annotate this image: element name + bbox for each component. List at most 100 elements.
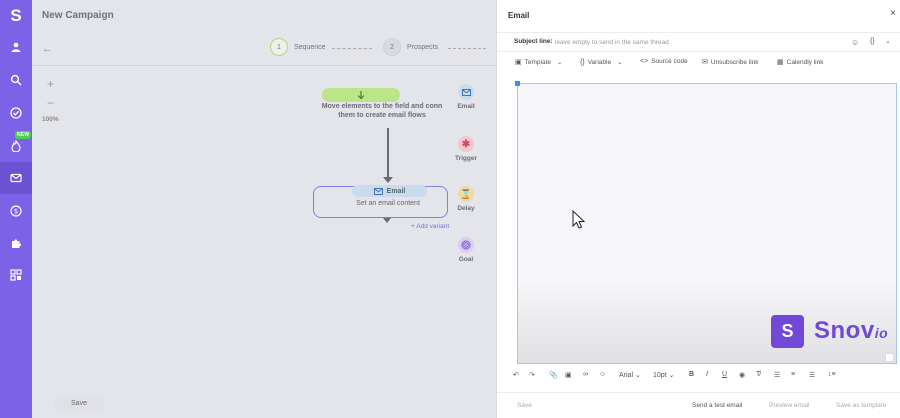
delay-icon: ⌛ bbox=[458, 186, 474, 202]
tool-label: Trigger bbox=[454, 155, 478, 162]
preview-email-button[interactable]: Preview email bbox=[769, 402, 809, 409]
unsubscribe-label: Unsubscribe link bbox=[710, 58, 759, 66]
apps-icon[interactable] bbox=[0, 259, 32, 291]
back-arrow-icon[interactable]: ← bbox=[42, 43, 53, 55]
underline-icon[interactable]: U bbox=[722, 371, 727, 378]
undo-icon[interactable]: ↶ bbox=[513, 371, 519, 379]
step-connector bbox=[448, 48, 486, 49]
font-family-value: Arial bbox=[619, 372, 634, 379]
variable-braces-icon[interactable]: {} bbox=[870, 38, 875, 45]
tool-delay[interactable]: ⌛ Delay bbox=[452, 186, 480, 212]
flame-icon[interactable] bbox=[0, 130, 32, 162]
step-number: 2 bbox=[383, 38, 401, 56]
email-node-content: Set an email content bbox=[356, 200, 420, 207]
mouse-cursor-icon bbox=[572, 210, 586, 229]
bullet-list-icon[interactable]: ☰ bbox=[774, 371, 780, 379]
numbered-list-icon[interactable]: ≡ bbox=[791, 371, 795, 378]
save-bar: Save bbox=[32, 388, 496, 418]
close-icon[interactable]: × bbox=[890, 8, 896, 19]
unsubscribe-link-button[interactable]: ✉ Unsubscribe link bbox=[702, 58, 759, 67]
dollar-icon[interactable]: $ bbox=[0, 195, 32, 227]
step-number: 1 bbox=[270, 38, 288, 56]
variable-label: Variable bbox=[587, 58, 612, 66]
step-prospects[interactable]: 2 Prospects bbox=[383, 38, 438, 56]
calendly-label: Calendly link bbox=[786, 58, 824, 66]
calendly-link-button[interactable]: ▦ Calendly link bbox=[777, 58, 824, 67]
bold-icon[interactable]: B bbox=[689, 371, 694, 378]
tool-label: Delay bbox=[457, 205, 475, 212]
mail-icon: ✉ bbox=[702, 59, 708, 66]
add-variant-link[interactable]: + Add variant bbox=[411, 223, 449, 230]
step-label: Sequence bbox=[294, 43, 326, 51]
logo-mark: S bbox=[771, 314, 804, 348]
italic-icon[interactable]: I bbox=[706, 371, 708, 378]
line-height-icon[interactable]: ↕≡ bbox=[828, 371, 836, 378]
campaign-header: New Campaign bbox=[32, 0, 496, 32]
arrow-down-icon bbox=[357, 91, 365, 100]
source-code-label: Source code bbox=[651, 58, 688, 65]
flow-arrow bbox=[383, 218, 391, 223]
puzzle-icon[interactable] bbox=[0, 227, 32, 259]
subject-label: Subject line: bbox=[514, 38, 553, 45]
check-icon[interactable] bbox=[0, 97, 32, 129]
email-icon bbox=[373, 187, 383, 195]
email-icon bbox=[458, 84, 474, 100]
logo-wordmark: Snovio bbox=[814, 317, 888, 345]
link-icon[interactable]: ∞ bbox=[583, 371, 588, 378]
emoji-icon[interactable]: ☺ bbox=[851, 38, 859, 47]
subject-input[interactable] bbox=[555, 36, 845, 49]
goal-icon bbox=[458, 237, 474, 253]
chevron-down-icon: ⌄ bbox=[617, 59, 623, 66]
redo-icon[interactable]: ↷ bbox=[529, 371, 535, 379]
flow-arrow bbox=[383, 177, 393, 183]
chevron-down-icon[interactable]: ⌄ bbox=[885, 37, 891, 45]
emoji-icon[interactable]: ☺ bbox=[599, 371, 606, 378]
step-connector bbox=[332, 48, 372, 49]
chevron-down-icon: ⌄ bbox=[557, 59, 563, 66]
variable-dropdown[interactable]: {} Variable ⌄ bbox=[580, 58, 623, 67]
panel-title: Email bbox=[508, 11, 530, 20]
template-dropdown[interactable]: ▣ Template ⌄ bbox=[515, 58, 563, 67]
email-panel: Email × Subject line: ☺ {} ⌄ ▣ Template … bbox=[496, 0, 900, 418]
selection-handle[interactable] bbox=[515, 81, 520, 86]
save-as-template-button[interactable]: Save as template bbox=[836, 402, 886, 409]
save-email-button[interactable]: Save bbox=[517, 402, 532, 409]
snovio-logo: S Snovio bbox=[771, 313, 896, 349]
braces-icon: {} bbox=[580, 58, 585, 66]
clear-format-icon[interactable]: T̸ bbox=[756, 371, 760, 378]
font-size-value: 10pt bbox=[653, 372, 667, 379]
tool-email[interactable]: Email bbox=[452, 84, 480, 110]
document-icon: ▣ bbox=[515, 59, 522, 66]
email-node-title: Email bbox=[386, 187, 406, 195]
image-icon[interactable]: ▣ bbox=[565, 371, 572, 379]
mail-icon[interactable] bbox=[0, 162, 32, 194]
zoom-in-button[interactable]: + bbox=[47, 77, 54, 91]
send-test-email-button[interactable]: Send a test email bbox=[692, 402, 742, 409]
tool-goal[interactable]: Goal bbox=[452, 237, 480, 263]
code-icon: <> bbox=[640, 58, 649, 65]
color-palette-icon[interactable]: ◉ bbox=[739, 371, 745, 379]
step-label: Prospects bbox=[407, 43, 439, 51]
page-title: New Campaign bbox=[42, 10, 114, 21]
source-code-button[interactable]: <> Source code bbox=[640, 58, 688, 65]
attach-icon[interactable]: 📎 bbox=[549, 371, 558, 379]
calendar-icon: ▦ bbox=[777, 59, 784, 66]
search-icon[interactable] bbox=[0, 64, 32, 96]
drop-zone[interactable] bbox=[322, 88, 400, 102]
align-icon[interactable]: ☰ bbox=[809, 371, 815, 379]
panel-footer: Save Send a test email Preview email Sav… bbox=[497, 392, 900, 418]
profile-icon[interactable] bbox=[0, 31, 32, 63]
font-family-select[interactable]: Arial ⌄ bbox=[619, 371, 641, 379]
trigger-icon: ✱ bbox=[458, 136, 474, 152]
font-size-select[interactable]: 10pt ⌄ bbox=[653, 371, 674, 379]
editor-toolbar: ▣ Template ⌄ {} Variable ⌄ <> Source cod… bbox=[497, 53, 900, 73]
step-sequence[interactable]: 1 Sequence bbox=[270, 38, 326, 56]
tool-trigger[interactable]: ✱ Trigger bbox=[452, 136, 480, 162]
tool-label: Email bbox=[457, 103, 475, 110]
zoom-out-button[interactable]: − bbox=[47, 96, 54, 110]
save-campaign-button[interactable]: Save bbox=[54, 396, 104, 411]
zoom-level: 100% bbox=[42, 116, 59, 123]
logo-text: Snov bbox=[814, 317, 875, 344]
app-logo[interactable]: S bbox=[0, 6, 32, 26]
resize-handle[interactable] bbox=[885, 353, 894, 362]
